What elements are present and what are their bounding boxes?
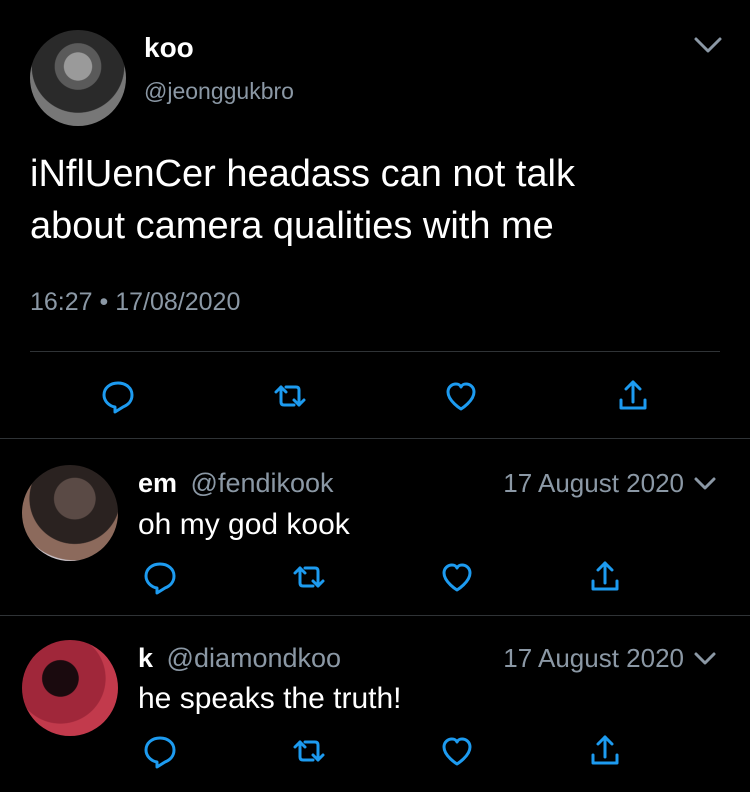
reply-text: oh my god kook xyxy=(138,508,350,541)
tweet-text-line: about camera qualities with me xyxy=(30,205,554,247)
share-icon[interactable] xyxy=(613,376,653,416)
tweet-timestamp[interactable]: 16:27 • 17/08/2020 xyxy=(30,288,240,317)
author-name[interactable]: koo xyxy=(144,32,194,64)
chevron-down-icon[interactable] xyxy=(690,30,726,60)
heart-icon[interactable] xyxy=(437,731,477,771)
share-icon[interactable] xyxy=(585,731,625,771)
author-handle[interactable]: @jeonggukbro xyxy=(144,78,294,105)
reply-author-name[interactable]: k xyxy=(138,643,153,673)
tweet-text-line: iNflUenCer headass can not talk xyxy=(30,153,575,195)
reply-author-handle[interactable]: @fendikook xyxy=(191,468,334,498)
reply-author-name[interactable]: em xyxy=(138,468,177,498)
heart-icon[interactable] xyxy=(437,557,477,597)
retweet-icon[interactable] xyxy=(289,557,329,597)
timestamp-separator: • xyxy=(99,288,109,316)
reply-header: k @diamondkoo xyxy=(138,643,341,674)
tweet-thread: koo @jeonggukbro iNflUenCer headass can … xyxy=(0,0,750,792)
heart-icon[interactable] xyxy=(441,376,481,416)
tweet-text: iNflUenCer headass can not talk about ca… xyxy=(30,148,720,252)
reply-date[interactable]: 17 August 2020 xyxy=(503,643,718,674)
retweet-icon[interactable] xyxy=(289,731,329,771)
retweet-icon[interactable] xyxy=(270,376,310,416)
reply-author-handle[interactable]: @diamondkoo xyxy=(167,643,342,673)
tweet-date: 17/08/2020 xyxy=(115,288,241,316)
reply-icon[interactable] xyxy=(140,557,180,597)
reply-date[interactable]: 17 August 2020 xyxy=(503,468,718,499)
avatar[interactable] xyxy=(30,30,126,126)
divider xyxy=(0,615,750,616)
divider xyxy=(0,438,750,439)
reply-date-text: 17 August 2020 xyxy=(503,643,684,673)
avatar[interactable] xyxy=(22,640,118,736)
tweet-time: 16:27 xyxy=(30,288,93,316)
reply-text: he speaks the truth! xyxy=(138,682,402,715)
avatar[interactable] xyxy=(22,465,118,561)
chevron-down-icon[interactable] xyxy=(692,649,718,669)
chevron-down-icon[interactable] xyxy=(692,474,718,494)
share-icon[interactable] xyxy=(585,557,625,597)
reply-icon[interactable] xyxy=(140,731,180,771)
divider xyxy=(30,351,720,352)
reply-date-text: 17 August 2020 xyxy=(503,468,684,498)
reply-icon[interactable] xyxy=(98,376,138,416)
reply-header: em @fendikook xyxy=(138,468,334,499)
